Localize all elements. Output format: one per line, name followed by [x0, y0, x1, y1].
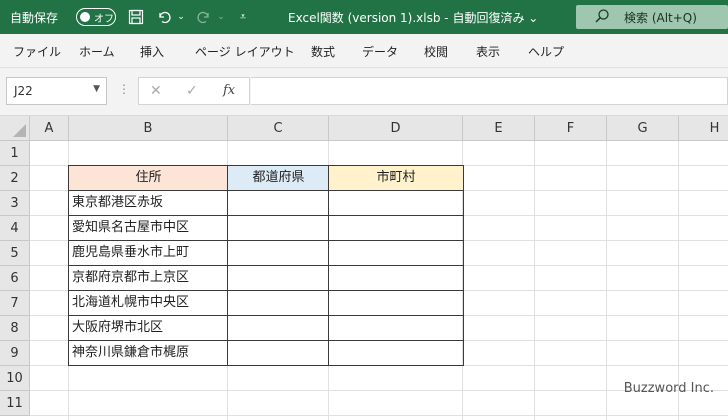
enter-icon[interactable]: ✓ — [186, 83, 198, 99]
header-cell-address[interactable]: 住所 — [69, 166, 228, 191]
tab-data[interactable]: データ — [362, 43, 398, 60]
column-header-f[interactable]: F — [535, 116, 607, 141]
formula-buttons: ✕ ✓ fx — [138, 77, 250, 105]
address-cell[interactable]: 愛知県名古屋市中区 — [69, 216, 228, 241]
column-header-e[interactable]: E — [463, 116, 535, 141]
document-title[interactable]: Excel関数 (version 1).xlsb - 自動回復済み ⌄ — [288, 9, 538, 26]
select-all-icon — [13, 124, 26, 137]
tab-insert[interactable]: 挿入 — [140, 43, 164, 60]
table-border — [68, 315, 464, 316]
ribbon-tabs: ファイル ホーム 挿入 ページ レイアウト 数式 データ 校閲 表示 ヘルプ — [0, 34, 728, 68]
gridline — [606, 141, 607, 420]
redo-dropdown-icon[interactable]: ⌄ — [215, 6, 227, 28]
tab-view[interactable]: 表示 — [476, 43, 500, 60]
select-all-button[interactable] — [0, 116, 30, 141]
table-border — [68, 215, 464, 216]
autosave-toggle[interactable]: オフ — [76, 8, 116, 26]
row-header-3[interactable]: 3 — [0, 191, 30, 216]
tab-home[interactable]: ホーム — [79, 43, 115, 60]
formula-bar: J22 ▼ ⋮ ✕ ✓ fx — [0, 68, 728, 116]
tab-file[interactable]: ファイル — [13, 43, 61, 60]
row-header-8[interactable]: 8 — [0, 316, 30, 341]
column-header-b[interactable]: B — [69, 116, 228, 141]
address-cell[interactable]: 東京都港区赤坂 — [69, 191, 228, 216]
column-header-g[interactable]: G — [607, 116, 679, 141]
row-header-7[interactable]: 7 — [0, 291, 30, 316]
row-header-1[interactable]: 1 — [0, 141, 30, 166]
row-header-11[interactable]: 11 — [0, 391, 30, 416]
gridline — [678, 141, 679, 420]
address-cell[interactable]: 鹿児島県垂水市上町 — [69, 241, 228, 266]
address-cell[interactable]: 神奈川県鎌倉市梶原 — [69, 341, 228, 366]
column-header-h[interactable]: H — [679, 116, 728, 141]
column-header-d[interactable]: D — [329, 116, 463, 141]
column-header-c[interactable]: C — [228, 116, 329, 141]
insert-function-icon[interactable]: fx — [223, 83, 235, 98]
row-header-4[interactable]: 4 — [0, 216, 30, 241]
column-header-a[interactable]: A — [30, 116, 69, 141]
table-border — [68, 340, 464, 341]
save-icon[interactable] — [126, 6, 146, 28]
header-cell-city[interactable]: 市町村 — [329, 166, 463, 191]
cancel-icon[interactable]: ✕ — [150, 83, 162, 99]
row-header-9[interactable]: 9 — [0, 341, 30, 366]
redo-icon[interactable] — [194, 6, 214, 28]
table-border — [68, 265, 464, 266]
watermark: Buzzword Inc. — [623, 381, 714, 396]
undo-dropdown-icon[interactable]: ⌄ — [175, 6, 187, 28]
address-cell[interactable]: 京都府京都市上京区 — [69, 266, 228, 291]
table-border — [68, 240, 464, 241]
formula-input[interactable] — [251, 77, 728, 105]
spreadsheet-grid: A B C D E F G H 1 2 3 4 5 6 7 8 9 10 11 … — [0, 116, 728, 420]
search-box[interactable]: 検索 (Alt+Q) — [576, 5, 728, 29]
customize-toolbar-icon[interactable]: ⩡ — [236, 6, 250, 28]
table-border — [68, 190, 464, 191]
undo-icon[interactable] — [154, 6, 174, 28]
tab-help[interactable]: ヘルプ — [528, 43, 564, 60]
autosave-label: 自動保存 — [10, 11, 59, 25]
name-box-value: J22 — [14, 84, 33, 98]
row-header-2[interactable]: 2 — [0, 166, 30, 191]
tab-formulas[interactable]: 数式 — [311, 43, 335, 60]
search-icon — [594, 8, 610, 27]
address-cell[interactable]: 北海道札幌市中央区 — [69, 291, 228, 316]
name-box[interactable]: J22 ▼ — [6, 77, 107, 105]
tab-review[interactable]: 校閲 — [424, 43, 448, 60]
formula-bar-grip-icon[interactable]: ⋮ — [118, 82, 130, 96]
table-border — [68, 290, 464, 291]
title-bar: 自動保存 オフ ⌄ ⌄ ⩡ Excel関数 (version 1).xlsb -… — [0, 0, 728, 34]
row-header-10[interactable]: 10 — [0, 366, 30, 391]
gridline — [534, 141, 535, 420]
row-header-5[interactable]: 5 — [0, 241, 30, 266]
search-text: 検索 (Alt+Q) — [624, 11, 697, 25]
row-header-6[interactable]: 6 — [0, 266, 30, 291]
gridline — [30, 415, 728, 416]
address-cell[interactable]: 大阪府堺市北区 — [69, 316, 228, 341]
name-box-dropdown-icon[interactable]: ▼ — [93, 84, 100, 94]
header-cell-prefecture[interactable]: 都道府県 — [228, 166, 329, 191]
toggle-knob — [80, 12, 90, 22]
tab-page-layout[interactable]: ページ レイアウト — [195, 43, 295, 60]
toggle-text: オフ — [94, 14, 114, 25]
